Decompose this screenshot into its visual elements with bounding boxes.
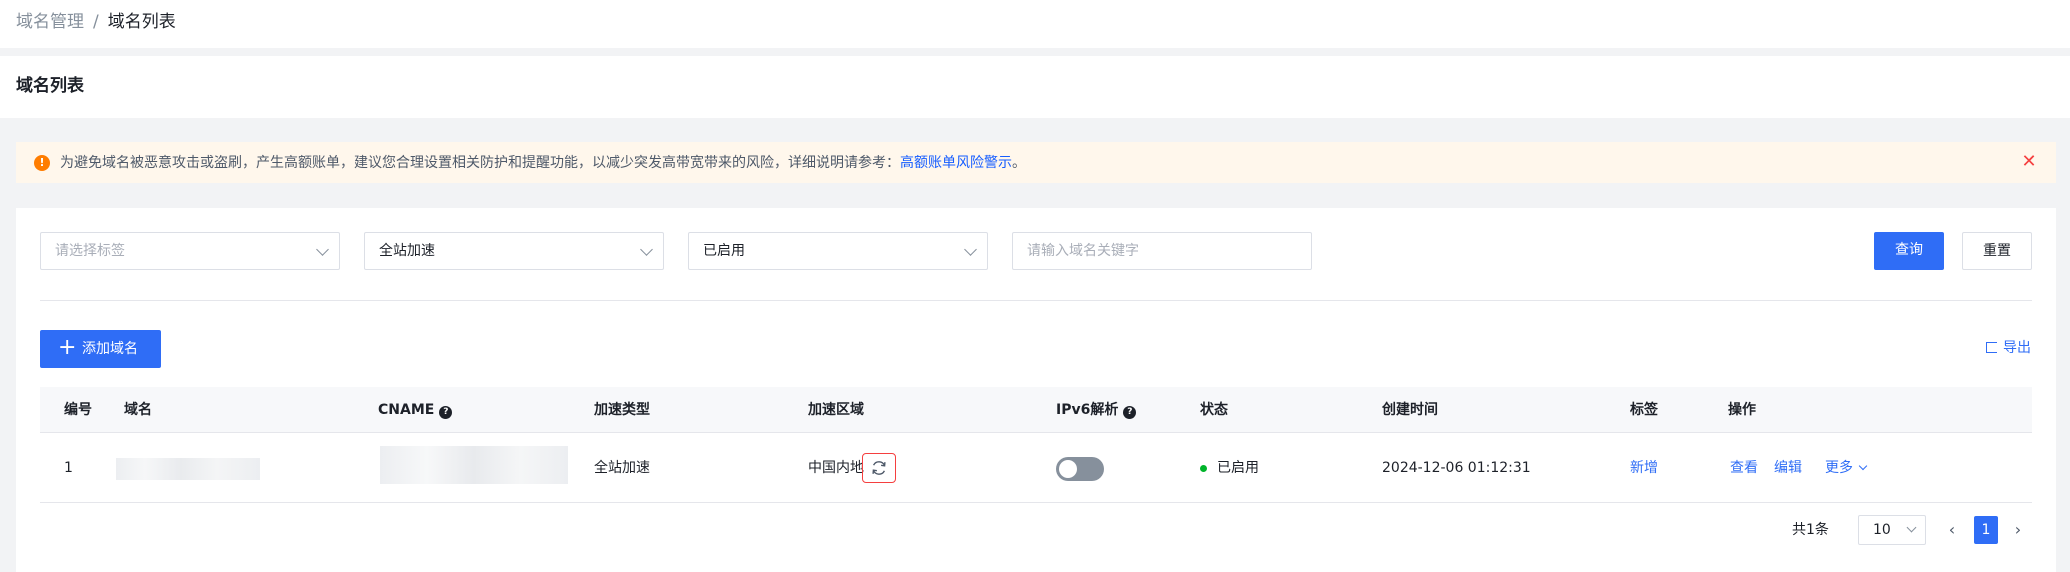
row-accel-type: 全站加速	[594, 460, 650, 476]
help-icon[interactable]: ?	[1123, 406, 1137, 419]
header-tag: 标签	[1630, 402, 1658, 418]
chevron-down-icon	[1906, 522, 1917, 533]
divider	[40, 300, 2032, 301]
header-region: 加速区域	[808, 402, 864, 418]
breadcrumb-separator: /	[93, 12, 99, 32]
alert-tail: 。	[1012, 155, 1026, 171]
alert-link[interactable]: 高额账单风险警示	[900, 155, 1012, 171]
close-icon[interactable]: ✕	[2019, 150, 2039, 174]
title-bar	[0, 56, 2070, 118]
ipv6-toggle[interactable]	[1056, 457, 1104, 481]
refresh-icon[interactable]	[870, 459, 888, 477]
header-ipv6: IPv6解析?	[1056, 400, 1137, 420]
header-cname: CNAME?	[378, 400, 453, 420]
help-icon[interactable]: ?	[439, 406, 453, 419]
toggle-knob	[1059, 460, 1077, 478]
chevron-down-icon	[964, 243, 977, 256]
header-no: 编号	[64, 402, 92, 418]
add-domain-label: 添加域名	[82, 341, 138, 357]
breadcrumb-bar	[0, 0, 2070, 48]
header-domain: 域名	[124, 402, 152, 418]
header-status: 状态	[1200, 402, 1228, 418]
page-size-value: 10	[1873, 522, 1891, 538]
header-created: 创建时间	[1382, 402, 1438, 418]
header-ipv6-label: IPv6解析	[1056, 402, 1119, 418]
more-label: 更多	[1825, 460, 1853, 476]
add-domain-button[interactable]: + 添加域名	[40, 330, 161, 368]
status-select-value: 已启用	[703, 243, 745, 259]
page-1-button[interactable]: 1	[1974, 516, 1998, 544]
plus-icon: +	[58, 335, 77, 360]
export-label: 导出	[2003, 340, 2031, 356]
row-status: 已启用	[1217, 460, 1259, 476]
chevron-down-icon	[316, 243, 329, 256]
breadcrumb-current: 域名列表	[107, 12, 176, 32]
domain-redacted	[116, 458, 260, 480]
breadcrumb: 域名管理 / 域名列表	[16, 10, 176, 34]
add-tag-link[interactable]: 新增	[1630, 458, 1658, 478]
domain-keyword-input[interactable]: 请输入域名关键字	[1012, 232, 1312, 270]
row-region: 中国内地	[808, 460, 864, 476]
pagination-total: 共1条	[1792, 522, 1829, 538]
status-select[interactable]: 已启用	[688, 232, 988, 270]
page-title: 域名列表	[16, 76, 84, 96]
more-dropdown[interactable]: 更多	[1825, 458, 1868, 478]
query-button[interactable]: 查询	[1874, 232, 1944, 270]
header-cname-label: CNAME	[378, 402, 435, 418]
accel-type-select[interactable]: 全站加速	[364, 232, 664, 270]
domain-keyword-placeholder: 请输入域名关键字	[1027, 243, 1139, 259]
export-icon	[1986, 342, 1997, 353]
breadcrumb-parent[interactable]: 域名管理	[16, 12, 84, 32]
next-page-button[interactable]: ›	[2008, 518, 2028, 542]
alert-message: 为避免域名被恶意攻击或盗刷，产生高额账单，建议您合理设置相关防护和提醒功能，以减…	[60, 152, 1026, 174]
page-size-select[interactable]: 10	[1858, 515, 1926, 545]
tag-select[interactable]: 请选择标签	[40, 232, 340, 270]
edit-link[interactable]: 编辑	[1774, 458, 1802, 478]
export-button[interactable]: 导出	[1986, 337, 2031, 359]
tag-select-placeholder: 请选择标签	[55, 243, 125, 259]
warning-icon: !	[34, 155, 50, 171]
row-no: 1	[64, 460, 73, 476]
chevron-down-icon	[1858, 461, 1868, 471]
reset-button[interactable]: 重置	[1962, 232, 2032, 270]
header-accel-type: 加速类型	[594, 402, 650, 418]
accel-type-value: 全站加速	[379, 243, 435, 259]
chevron-down-icon	[640, 243, 653, 256]
status-dot	[1200, 465, 1207, 472]
cname-redacted	[380, 446, 568, 484]
header-ops: 操作	[1728, 402, 1756, 418]
alert-text: 为避免域名被恶意攻击或盗刷，产生高额账单，建议您合理设置相关防护和提醒功能，以减…	[60, 155, 900, 171]
view-link[interactable]: 查看	[1730, 458, 1758, 478]
prev-page-button[interactable]: ‹	[1942, 518, 1962, 542]
row-created: 2024-12-06 01:12:31	[1382, 460, 1531, 476]
